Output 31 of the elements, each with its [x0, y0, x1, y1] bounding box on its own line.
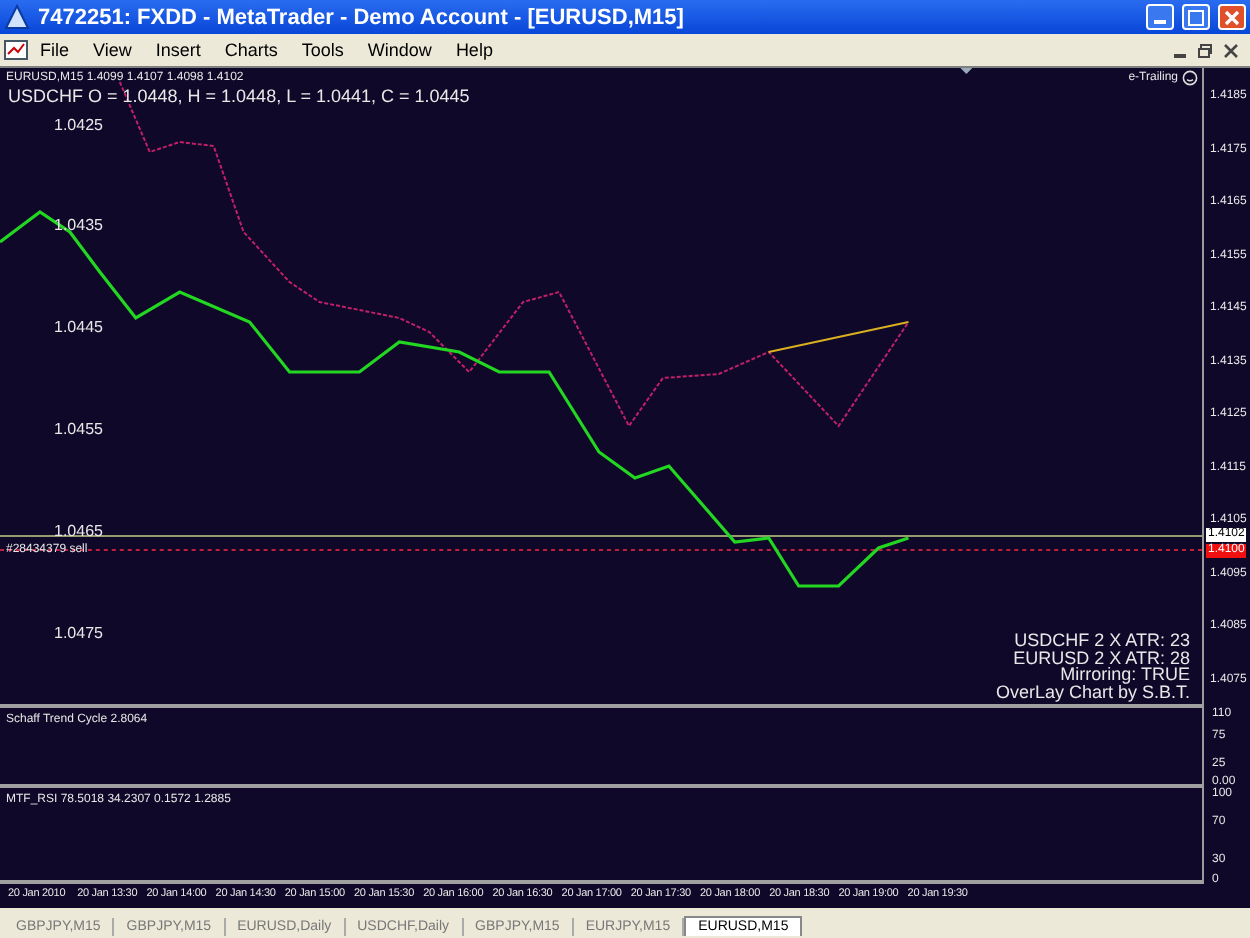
menu-item[interactable]: Window [355, 40, 444, 60]
restore-icon[interactable] [1198, 43, 1212, 57]
menu-item[interactable]: View [81, 40, 144, 60]
maximize-button[interactable] [1182, 4, 1210, 30]
maximize-icon [1188, 9, 1204, 25]
overlay-price-label: 1.0425 [54, 118, 103, 134]
close-icon [1224, 9, 1240, 25]
chart-window-icon[interactable] [4, 38, 28, 62]
overlay-price-label: 1.0475 [54, 626, 103, 642]
info-text: EURUSD 2 X ATR: 28 [1011, 649, 1190, 666]
overlay-price-label: 1.0455 [54, 422, 103, 438]
ohlc-text: USDCHF O = 1.0448, H = 1.0448, L = 1.0441, C = 1.0445 [8, 88, 470, 106]
menu-item[interactable]: Charts [212, 40, 290, 60]
minimize-icon [1154, 20, 1166, 24]
smiley-icon [1182, 70, 1198, 86]
info-text: USDCHF 2 X ATR: 23 [1012, 632, 1190, 649]
overlay-price-label: 1.0445 [54, 320, 103, 336]
minimize-button[interactable] [1146, 4, 1174, 30]
menu-item[interactable]: Help [443, 40, 505, 60]
close-icon[interactable] [1224, 43, 1238, 57]
shift-marker-icon [960, 68, 973, 74]
minimize-icon[interactable] [1174, 53, 1186, 57]
close-button[interactable] [1218, 4, 1246, 30]
menu-item[interactable]: Insert [143, 40, 213, 60]
trend-line [767, 321, 910, 353]
info-text: Mirroring: TRUE [1060, 666, 1190, 683]
app-logo-icon [4, 4, 30, 30]
info-text: OverLay Chart by S.B.T. [995, 683, 1190, 700]
window-title: 7472251: FXDD - MetaTrader - Demo Account - [EURUSD,M15] [38, 5, 686, 29]
menu-item[interactable]: File [28, 40, 82, 60]
menu-item[interactable]: Tools [289, 40, 356, 60]
